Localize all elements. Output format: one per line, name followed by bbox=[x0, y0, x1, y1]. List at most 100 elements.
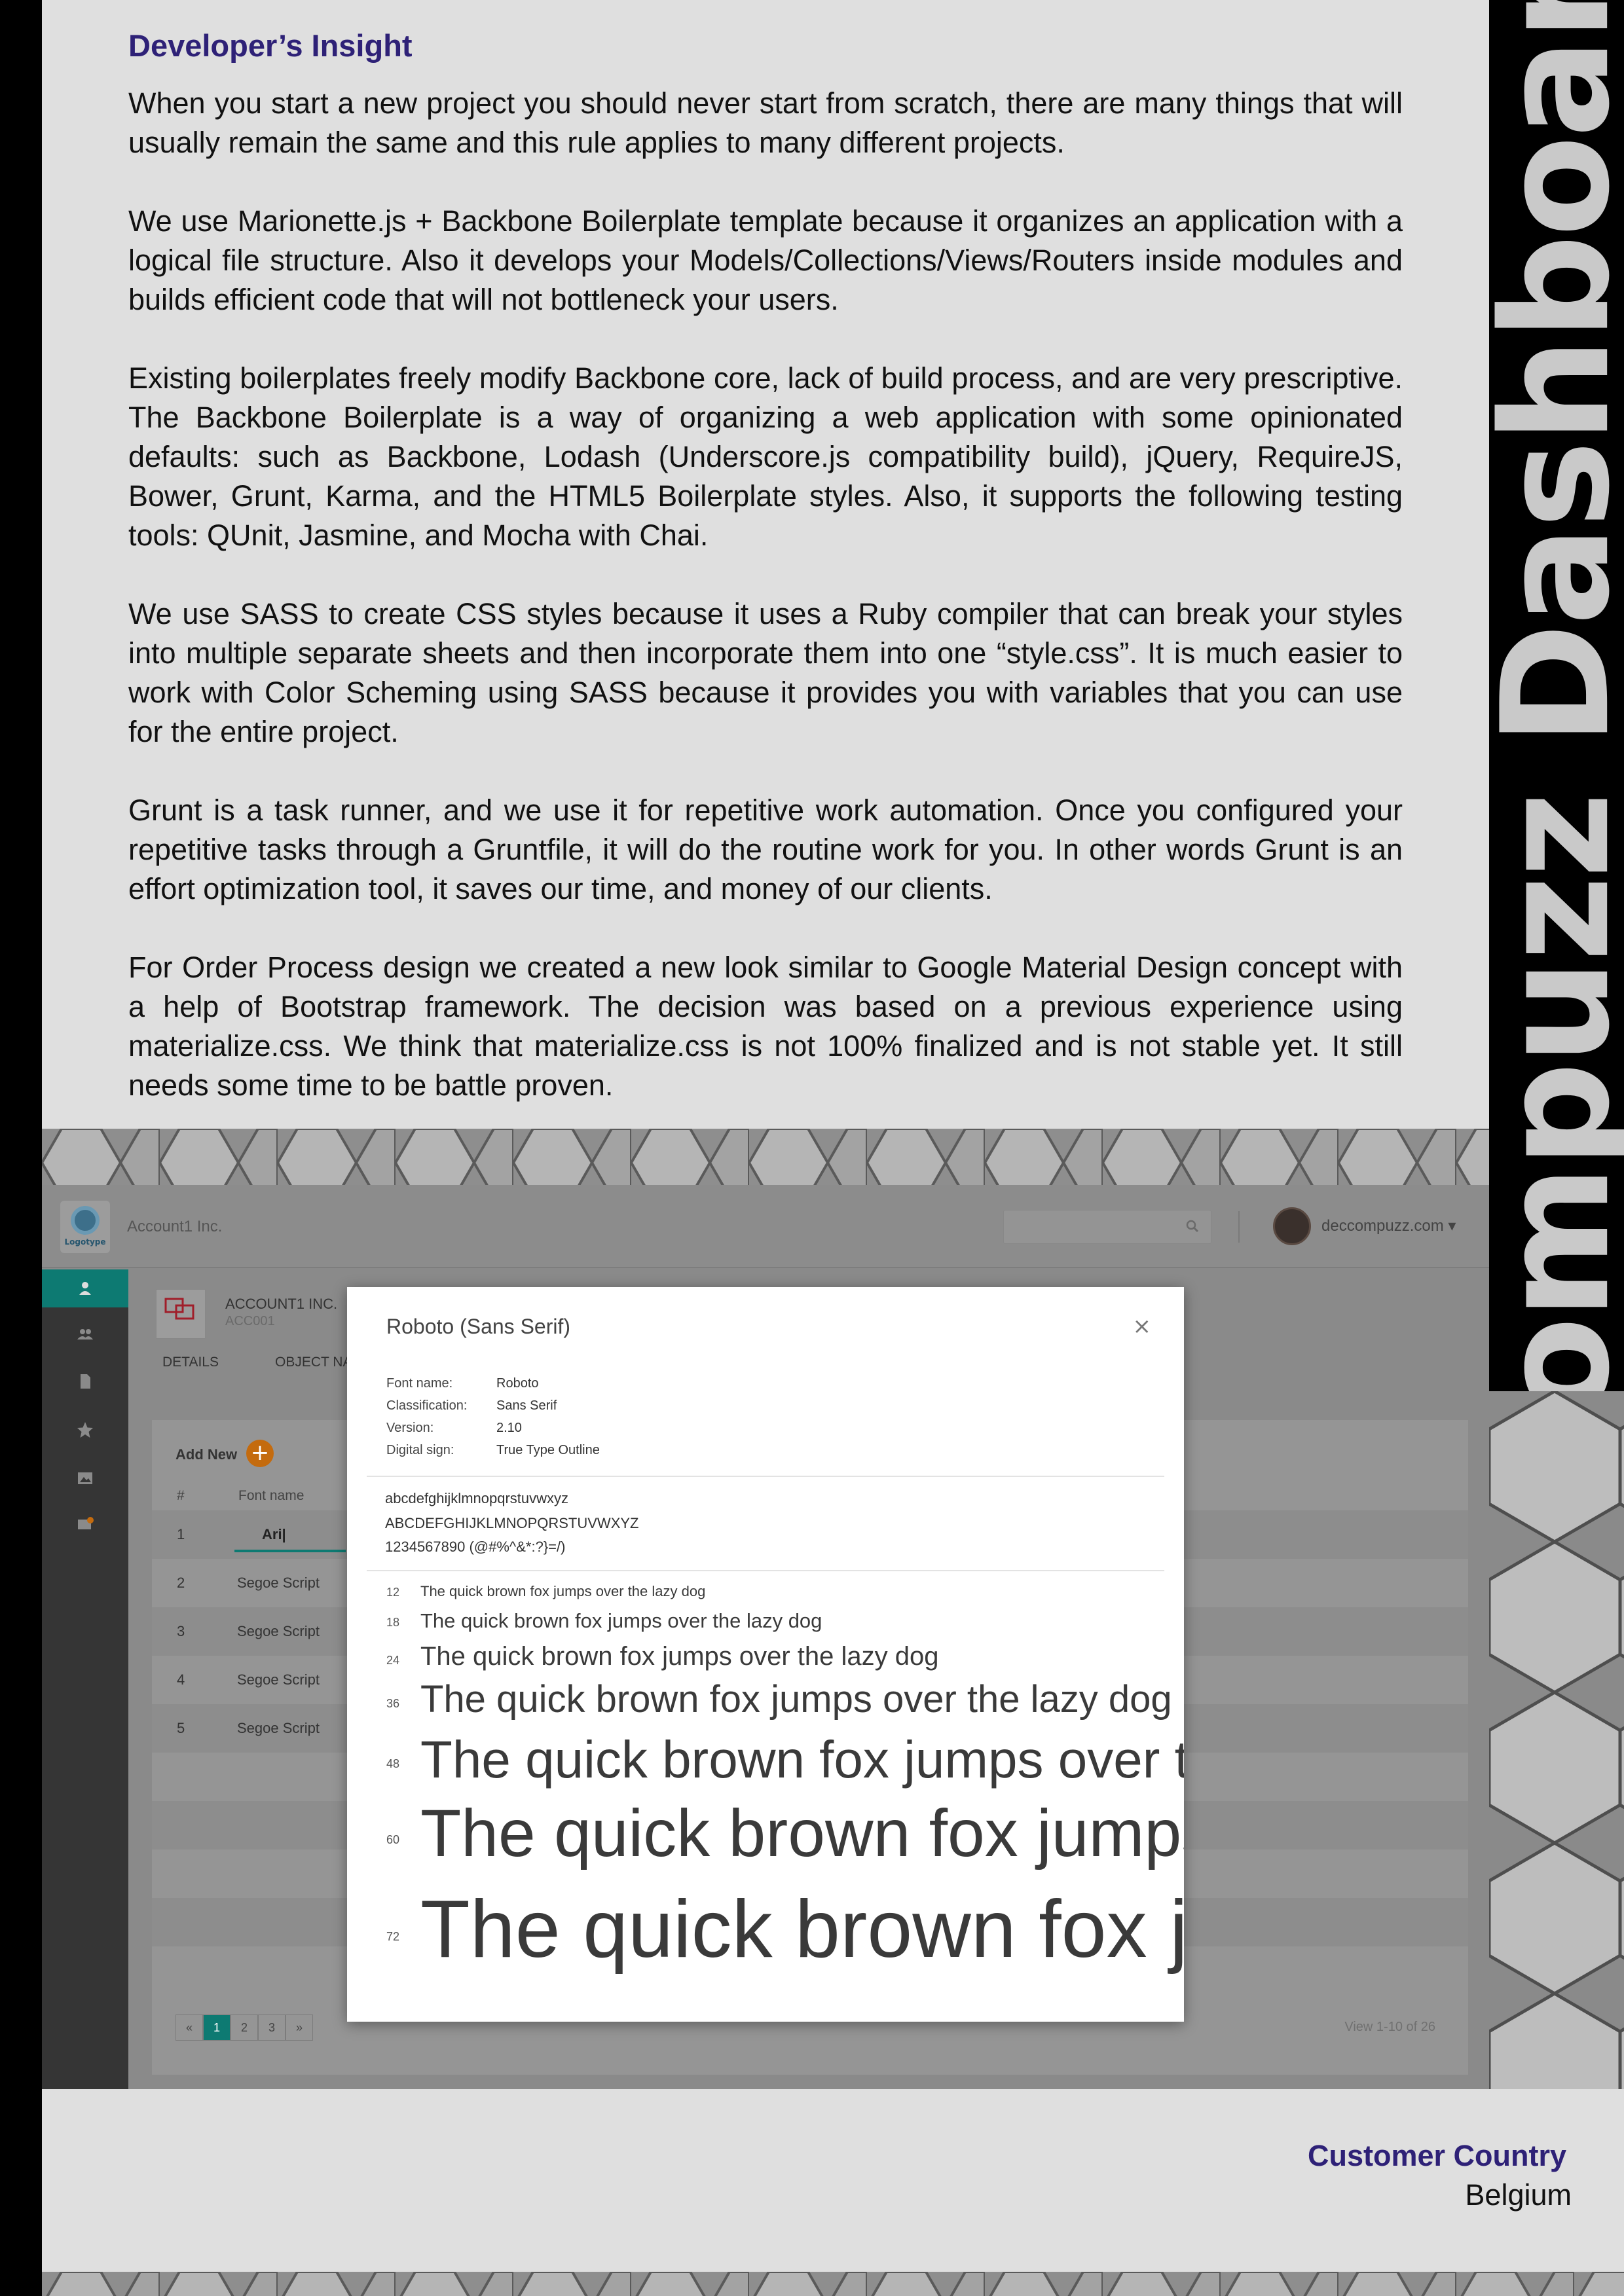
info-value: Sans Serif bbox=[496, 1398, 557, 1413]
info-value: Roboto bbox=[496, 1376, 539, 1391]
hex-texture bbox=[1489, 1391, 1624, 2089]
sample-text: The quick brown fox jumps over the lazy … bbox=[420, 1678, 1172, 1721]
document-icon bbox=[81, 1374, 90, 1389]
row-number: 3 bbox=[177, 1623, 185, 1639]
row-font-name: Segoe Script bbox=[237, 1575, 320, 1591]
sample-text: The quick brown fox jumps over the lazy … bbox=[420, 1583, 706, 1599]
section-heading: Developer’s Insight bbox=[128, 28, 413, 63]
font-name-input-value: Ari| bbox=[262, 1526, 286, 1542]
sidebar-item-favorites[interactable] bbox=[42, 1411, 128, 1449]
user-icon bbox=[79, 1282, 91, 1295]
paragraph: Existing boilerplates freely modify Back… bbox=[128, 361, 1403, 552]
sample-text: The quick brown fox jumps over the lazy … bbox=[420, 1642, 939, 1671]
row-number: 5 bbox=[177, 1720, 185, 1736]
row-font-name: Segoe Script bbox=[237, 1623, 320, 1639]
sample-size: 48 bbox=[386, 1757, 400, 1770]
column-header-number: # bbox=[177, 1488, 185, 1503]
logo-icon bbox=[71, 1206, 100, 1235]
divider bbox=[367, 1570, 1164, 1571]
app-logo[interactable]: Logotype bbox=[60, 1201, 110, 1253]
header-divider bbox=[1238, 1211, 1240, 1243]
info-label: Font name: bbox=[386, 1376, 453, 1391]
page-next-button[interactable]: » bbox=[286, 2014, 313, 2041]
paragraph: We use Marionette.js + Backbone Boilerpl… bbox=[128, 204, 1403, 316]
dashboard-screenshot: Logotype Account1 Inc. deccompuzz.com ▾ bbox=[42, 1185, 1489, 2089]
info-label: Classification: bbox=[386, 1398, 468, 1413]
sample-size: 12 bbox=[386, 1586, 400, 1599]
sidebar-item-users[interactable] bbox=[42, 1315, 128, 1353]
pagination: « 1 2 3 » bbox=[175, 2014, 313, 2041]
search-input[interactable] bbox=[1003, 1210, 1211, 1244]
charset-digits: 1234567890 (@#%^&*:?}=/) bbox=[385, 1539, 566, 1555]
customer-country-label: Customer Country bbox=[1307, 2139, 1566, 2172]
sidebar-item-documents[interactable] bbox=[42, 1362, 128, 1400]
paragraph: When you start a new project you should … bbox=[128, 86, 1403, 159]
sample-size: 72 bbox=[386, 1930, 400, 1943]
app-header: Logotype Account1 Inc. deccompuzz.com ▾ bbox=[42, 1185, 1489, 1268]
view-count: View 1-10 of 26 bbox=[1344, 2020, 1435, 2034]
row-number: 2 bbox=[177, 1575, 185, 1591]
sample-text: The quick brown fox jumps over the lazy … bbox=[420, 1884, 1184, 1975]
hex-texture-bottom bbox=[42, 2272, 1624, 2296]
info-value: 2.10 bbox=[496, 1421, 522, 1435]
font-preview-modal: Roboto (Sans Serif) × Font name: Roboto … bbox=[347, 1287, 1184, 2022]
star-icon bbox=[77, 1422, 93, 1438]
users-icon bbox=[77, 1329, 93, 1339]
charset-lowercase: abcdefghijklmnopqrstuvwxyz bbox=[385, 1490, 569, 1506]
row-font-name: Segoe Script bbox=[237, 1720, 320, 1736]
sample-text: The quick brown fox jumps over the lazy … bbox=[420, 1796, 1184, 1870]
side-title-text: Compuzz Dashboard bbox=[1470, 0, 1624, 1525]
paragraph: Grunt is a task runner, and we use it fo… bbox=[128, 793, 1403, 905]
charset-uppercase: ABCDEFGHIJKLMNOPQRSTUVWXYZ bbox=[385, 1515, 639, 1531]
account-code: ACC001 bbox=[225, 1314, 275, 1328]
search-icon[interactable] bbox=[1186, 1220, 1199, 1233]
modal-title: Roboto (Sans Serif) bbox=[386, 1315, 571, 1338]
row-number: 1 bbox=[177, 1526, 185, 1542]
account-title: ACCOUNT1 INC. bbox=[225, 1296, 338, 1312]
info-label: Version: bbox=[386, 1421, 434, 1435]
sidebar-item-images[interactable] bbox=[42, 1459, 128, 1497]
tab-details[interactable]: DETAILS bbox=[162, 1355, 219, 1370]
sample-text: The quick brown fox jumps over the lazy … bbox=[420, 1730, 1184, 1789]
user-menu[interactable]: deccompuzz.com ▾ bbox=[1321, 1216, 1456, 1235]
account-logo bbox=[156, 1289, 206, 1339]
header-account-name: Account1 Inc. bbox=[127, 1218, 223, 1235]
sidebar bbox=[42, 1269, 128, 2089]
sample-size: 60 bbox=[386, 1833, 400, 1846]
hex-texture bbox=[42, 2272, 1624, 2296]
sample-size: 18 bbox=[386, 1616, 400, 1629]
font-name-input[interactable]: Ari| bbox=[234, 1517, 346, 1552]
row-number: 4 bbox=[177, 1671, 185, 1688]
row-font-name: Segoe Script bbox=[237, 1671, 320, 1688]
page-prev-button[interactable]: « bbox=[175, 2014, 203, 2041]
column-header-font-name: Font name bbox=[238, 1488, 304, 1503]
mail-icon bbox=[78, 1517, 94, 1529]
sample-text: The quick brown fox jumps over the lazy … bbox=[420, 1609, 822, 1632]
logo-text: Logotype bbox=[64, 1237, 106, 1247]
close-icon[interactable]: × bbox=[1133, 1313, 1152, 1339]
sample-size: 36 bbox=[386, 1697, 400, 1710]
avatar[interactable] bbox=[1273, 1207, 1311, 1245]
paragraph: For Order Process design we created a ne… bbox=[128, 951, 1403, 1102]
customer-section bbox=[42, 2089, 1624, 2272]
sidebar-item-account[interactable] bbox=[42, 1269, 128, 1307]
chat-bubbles-icon bbox=[164, 1298, 194, 1320]
info-value: True Type Outline bbox=[496, 1443, 600, 1457]
customer-country-value: Belgium bbox=[1465, 2178, 1572, 2212]
hex-texture bbox=[42, 1129, 1489, 1185]
add-new-label: Add New bbox=[175, 1446, 238, 1463]
left-border bbox=[0, 0, 42, 2296]
hex-texture-strip bbox=[42, 1129, 1489, 1185]
image-icon bbox=[78, 1472, 92, 1484]
page-3-button[interactable]: 3 bbox=[258, 2014, 286, 2041]
vertical-title: Compuzz Dashboard bbox=[1471, 0, 1624, 1524]
add-new-button[interactable]: + bbox=[246, 1440, 274, 1467]
hex-texture-right bbox=[1489, 1391, 1624, 2089]
divider bbox=[367, 1476, 1164, 1477]
paragraph: We use SASS to create CSS styles because… bbox=[128, 597, 1403, 748]
tab-object-names[interactable]: OBJECT NA bbox=[275, 1355, 352, 1370]
sample-size: 24 bbox=[386, 1654, 400, 1667]
page-2-button[interactable]: 2 bbox=[231, 2014, 258, 2041]
sidebar-item-messages[interactable] bbox=[42, 1505, 128, 1543]
page-1-button[interactable]: 1 bbox=[203, 2014, 231, 2041]
